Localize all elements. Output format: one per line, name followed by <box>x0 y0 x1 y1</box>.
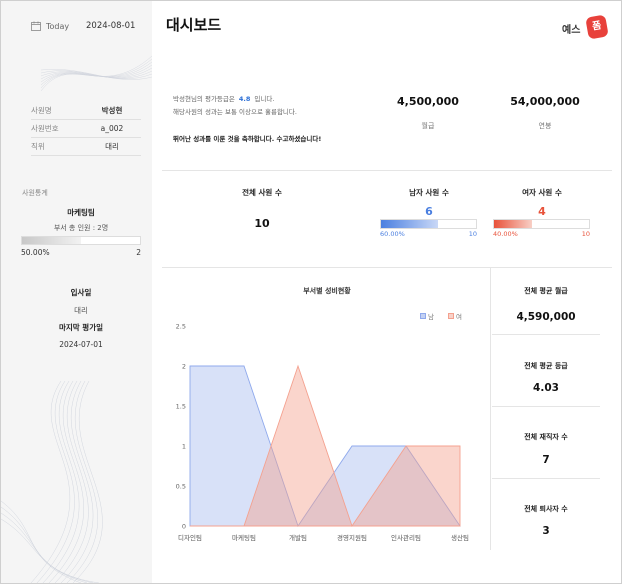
employee-id-row: 사원번호 a_002 <box>31 120 141 138</box>
divider-vertical <box>490 268 491 550</box>
grade-value: 4.8 <box>238 95 251 103</box>
logo-badge: 폼 <box>585 14 609 40</box>
x-tick-label: 디자인팀 <box>178 533 202 542</box>
avg-grade-value: 4.03 <box>533 382 559 394</box>
grade-message-suffix: 입니다. <box>254 95 275 103</box>
chart-title: 부서별 성비현황 <box>303 287 351 295</box>
avg-grade-label: 전체 평균 등급 <box>524 362 568 370</box>
department-ratio-percent: 50.00% <box>21 248 50 257</box>
divider-1 <box>162 170 612 171</box>
female-staff-label: 여자 사원 수 <box>522 188 562 197</box>
monthly-salary-value: 4,500,000 <box>397 95 459 108</box>
summary-divider-2 <box>492 406 600 407</box>
female-ratio-max: 10 <box>581 230 590 238</box>
x-tick-label: 마케팅팀 <box>232 533 256 542</box>
active-staff-value: 7 <box>542 454 550 466</box>
male-staff-value: 6 <box>425 205 433 218</box>
employee-position-row: 직위 대리 <box>31 138 141 156</box>
y-tick-label: 2 <box>182 363 186 371</box>
employee-name-row: 사원명 박성현 <box>31 102 141 120</box>
today-label: Today <box>46 21 70 31</box>
y-tick-label: 1.5 <box>176 403 186 411</box>
congrats-message: 뛰어난 성과를 이룬 것을 축하합니다. 수고하셨습니다! <box>173 135 322 143</box>
calendar-icon <box>31 21 41 31</box>
monthly-salary-label: 월급 <box>421 122 435 130</box>
female-staff-value: 4 <box>538 205 546 218</box>
divider-2 <box>162 267 612 268</box>
department-name: 마케팅팀 <box>67 208 95 217</box>
brand-logo[interactable]: 예스 폼 <box>562 14 609 40</box>
join-date-label: 입사일 <box>70 288 92 297</box>
summary-divider-3 <box>492 478 600 479</box>
total-staff-label: 전체 사원 수 <box>242 188 282 197</box>
decorative-wave-bottom <box>1 381 103 583</box>
today-date: 2024-08-01 <box>86 21 136 31</box>
employee-stats-title: 사원통계 <box>22 189 48 197</box>
male-ratio-percent: 60.00% <box>380 230 405 238</box>
male-ratio-bar <box>380 219 477 229</box>
department-ratio-bar <box>21 236 141 245</box>
x-tick-label: 개발팀 <box>289 533 307 542</box>
logo-text: 예스 <box>562 25 581 36</box>
y-tick-label: 0.5 <box>176 483 186 491</box>
female-ratio-fill <box>494 220 532 228</box>
summary-divider-1 <box>492 334 600 335</box>
annual-salary-value: 54,000,000 <box>510 95 580 108</box>
join-position: 대리 <box>74 306 88 315</box>
department-ratio-max: 2 <box>136 248 141 257</box>
gender-area-chart: 0 0.5 1 1.5 2 2.5 디자인팀 마케팅팀 개발팀 경영지원팀 인사관리팀 생산팀 <box>176 323 469 543</box>
x-tick-label: 경영지원팀 <box>337 533 367 542</box>
annual-salary-label: 연봉 <box>538 122 552 130</box>
avg-salary-label: 전체 평균 월급 <box>524 287 568 295</box>
y-tick-label: 1 <box>182 443 186 451</box>
last-eval-date: 2024-07-01 <box>59 340 103 349</box>
department-ratio-fill <box>22 237 81 244</box>
employee-id-key: 사원번호 <box>31 124 59 133</box>
retired-staff-value: 3 <box>542 525 550 537</box>
total-staff-value: 10 <box>254 217 270 230</box>
employee-name-key: 사원명 <box>31 106 52 115</box>
performance-message: 해당사원의 성과는 보통 이상으로 훌륭합니다. <box>173 108 297 116</box>
retired-staff-label: 전체 퇴사자 수 <box>524 505 568 513</box>
sidebar: Today 2024-08-01 사원명 박성현 사원번호 a_002 직위 대… <box>1 1 152 583</box>
last-eval-label: 마지막 평가일 <box>58 323 103 332</box>
grade-message-prefix: 박성현님의 평가등급은 <box>173 95 235 103</box>
female-ratio-bar <box>493 219 590 229</box>
x-tick-label: 생산팀 <box>451 533 469 542</box>
decorative-wave-top <box>41 55 152 92</box>
male-ratio-fill <box>381 220 438 228</box>
employee-position-value: 대리 <box>105 142 119 151</box>
employee-name-value: 박성현 <box>101 106 123 115</box>
female-ratio-percent: 40.00% <box>493 230 518 238</box>
page-title: 대시보드 <box>166 16 222 34</box>
employee-position-key: 직위 <box>31 142 45 151</box>
employee-id-value: a_002 <box>100 124 124 133</box>
y-tick-label: 2.5 <box>176 323 186 331</box>
x-tick-label: 인사관리팀 <box>391 533 421 542</box>
department-headcount: 부서 총 인원 : 2명 <box>53 224 109 232</box>
male-staff-label: 남자 사원 수 <box>409 188 449 197</box>
y-tick-label: 0 <box>182 523 186 531</box>
today-indicator: Today <box>31 21 69 31</box>
avg-salary-value: 4,590,000 <box>516 311 576 323</box>
grade-message: 박성현님의 평가등급은 4.8 입니다. <box>173 93 274 103</box>
active-staff-label: 전체 재직자 수 <box>524 433 568 441</box>
male-ratio-max: 10 <box>468 230 477 238</box>
